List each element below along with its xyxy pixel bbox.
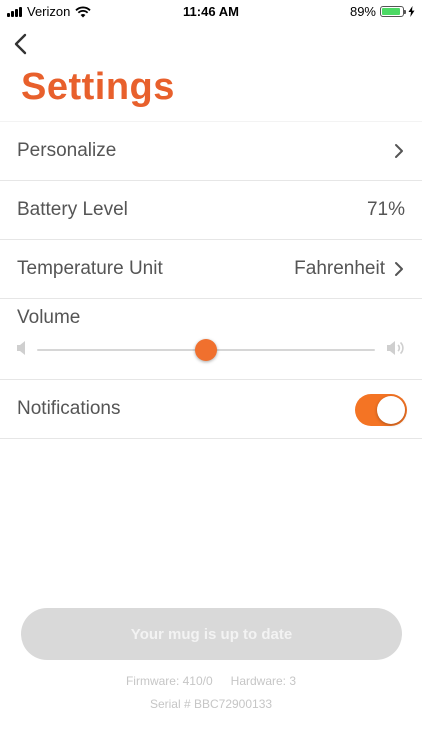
battery-fill: [382, 8, 400, 15]
personalize-row[interactable]: Personalize: [0, 122, 422, 181]
page-title: Settings: [21, 66, 175, 108]
serial-number: Serial # BBC72900133: [149, 697, 273, 711]
volume-slider-thumb[interactable]: [195, 339, 217, 361]
notifications-row: Notifications: [0, 380, 422, 439]
temperature-unit-row[interactable]: Temperature Unit Fahrenheit: [0, 240, 422, 299]
firmware-version: Firmware: 410/0: [125, 674, 213, 688]
battery-level-label: Battery Level: [17, 199, 128, 220]
status-right: 89%: [350, 4, 415, 19]
chevron-left-icon: [14, 33, 27, 55]
update-status-button[interactable]: Your mug is up to date: [21, 608, 402, 660]
speaker-high-icon: [387, 341, 404, 355]
volume-label: Volume: [17, 307, 81, 328]
temperature-unit-label: Temperature Unit: [17, 258, 163, 279]
chevron-right-icon: [395, 262, 403, 276]
charging-bolt-icon: [408, 6, 415, 17]
firmware-hardware-info: Firmware: 410/0 Hardware: 3: [0, 674, 422, 688]
volume-slider-track[interactable]: [37, 339, 375, 361]
notifications-toggle[interactable]: [355, 394, 407, 426]
battery-level-row: Battery Level 71%: [0, 181, 422, 240]
battery-nub: [404, 10, 406, 14]
chevron-right-icon: [395, 144, 403, 158]
status-bar: Verizon 11:46 AM 89%: [0, 0, 422, 22]
volume-row: Volume: [0, 299, 422, 380]
speaker-low-icon: [17, 341, 25, 355]
toggle-knob: [377, 396, 405, 424]
temperature-unit-value: Fahrenheit: [294, 258, 385, 279]
battery-icon: [380, 6, 406, 17]
battery-percent: 89%: [349, 4, 376, 19]
hardware-version: Hardware: 3: [230, 674, 297, 688]
personalize-label: Personalize: [17, 140, 117, 161]
back-button[interactable]: [10, 30, 32, 58]
notifications-label: Notifications: [17, 398, 121, 419]
battery-level-value: 71%: [366, 199, 405, 220]
